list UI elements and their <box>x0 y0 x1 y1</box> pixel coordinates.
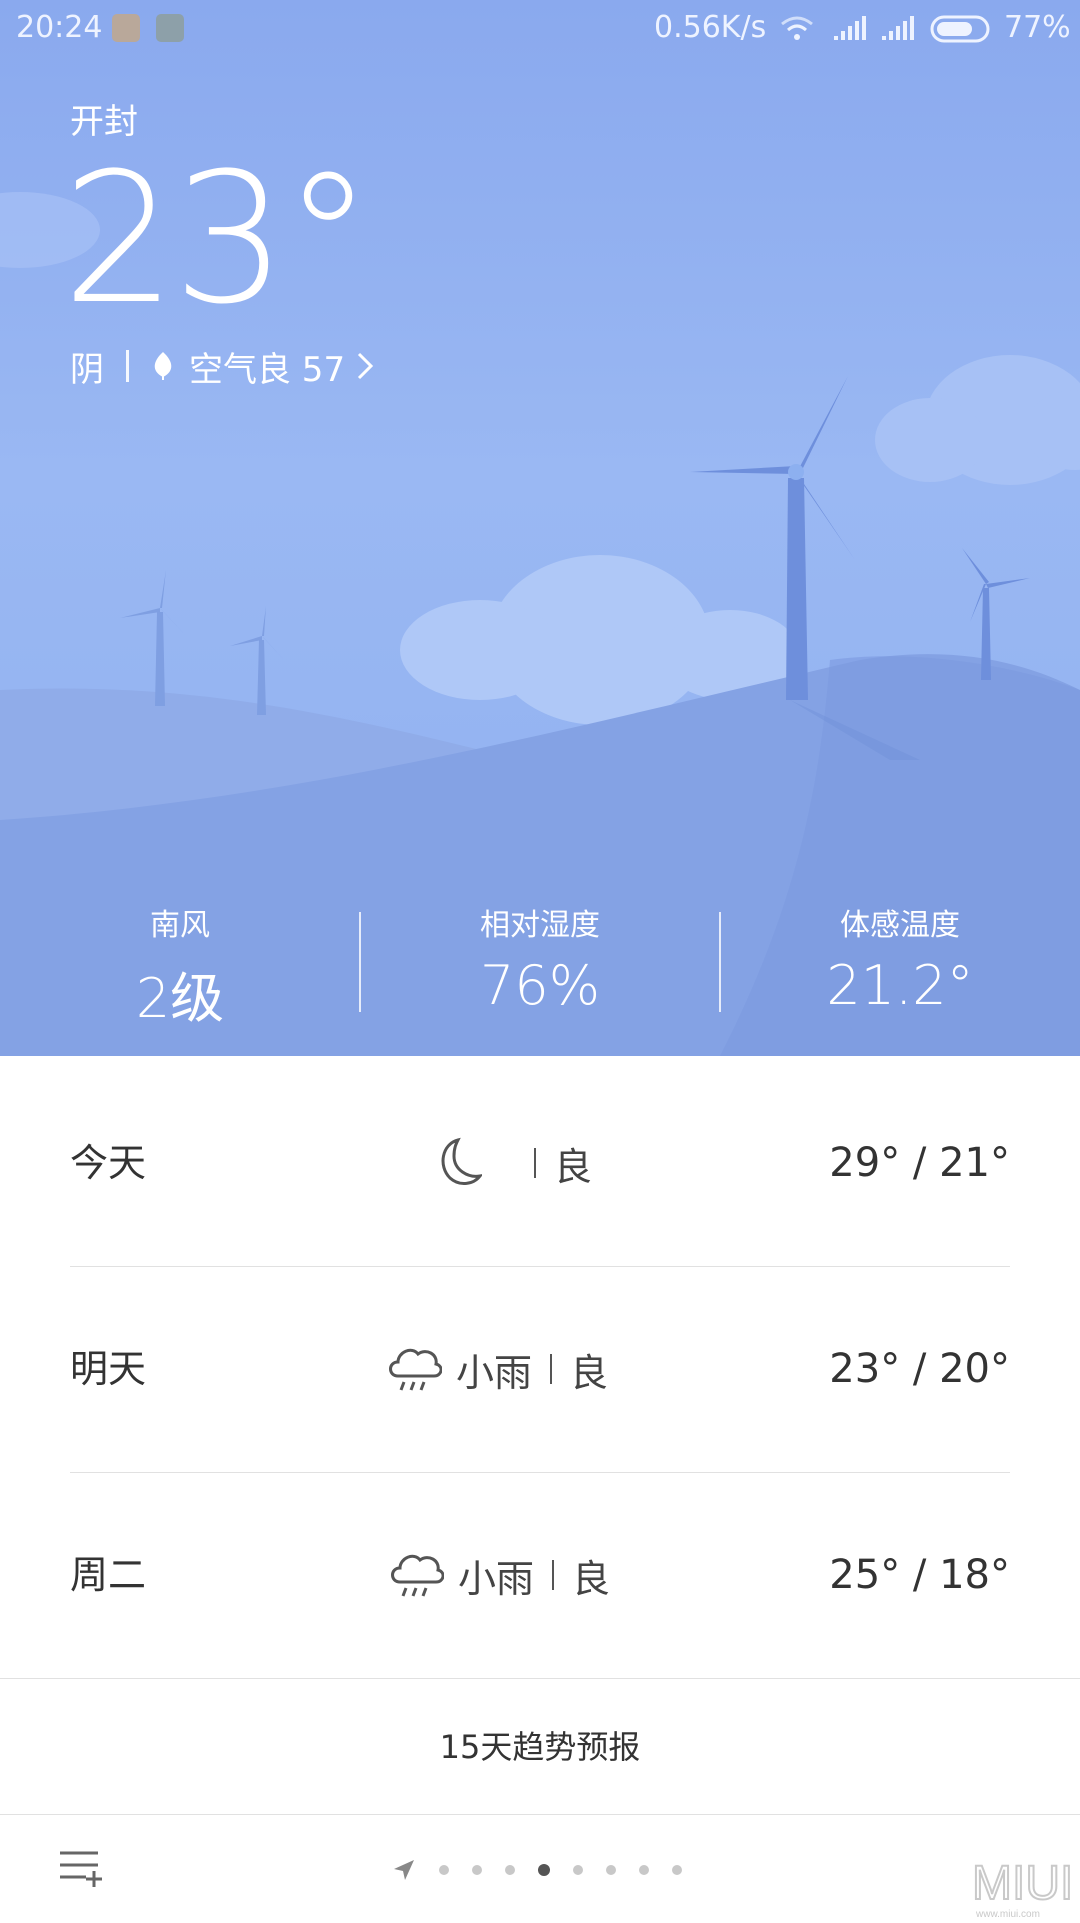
page-dot[interactable] <box>505 1865 515 1875</box>
divider <box>126 350 129 382</box>
wifi-icon <box>781 16 813 40</box>
forecast-condition: 小雨 良 <box>386 1266 608 1472</box>
page-indicator[interactable] <box>392 1855 682 1885</box>
condition-text: 阴 <box>70 349 104 390</box>
forecast-condition: 良 <box>428 1060 592 1266</box>
forecast-day: 明天 <box>70 1347 147 1391</box>
cloud-rain-icon <box>391 1554 444 1597</box>
cloud-right <box>875 355 1080 485</box>
cloud-rain-icon <box>389 1348 442 1391</box>
stat-label: 体感温度 <box>840 908 960 943</box>
chevron-right-icon <box>355 350 375 382</box>
forecast-day: 周二 <box>70 1553 147 1597</box>
forecast-temps: 25° / 18° <box>829 1552 1010 1598</box>
watermark-text: MIUI <box>972 1857 1073 1910</box>
condition-row[interactable]: 阴 空气良 57 <box>70 344 375 390</box>
page-dot[interactable] <box>672 1865 682 1875</box>
stat-humidity: 相对湿度 76% <box>360 900 720 1017</box>
stat-wind: 南风 2级 <box>0 900 360 1033</box>
page-dot[interactable] <box>538 1864 550 1876</box>
weather-hero: 20:24 0.56K/s 77% 开封 23° 阴 空气良 57 南风 2级 … <box>0 0 1080 1056</box>
forecast-aqi: 良 <box>554 1144 593 1189</box>
forecast-condition: 小雨 良 <box>388 1472 610 1678</box>
forecast-temps: 23° / 20° <box>829 1346 1010 1392</box>
battery-icon <box>930 15 990 43</box>
forecast-day: 今天 <box>70 1141 147 1185</box>
signal-icon <box>834 16 866 40</box>
air-quality-text: 空气良 57 <box>189 349 346 390</box>
divider <box>552 1560 555 1590</box>
section-divider <box>0 1678 1080 1679</box>
leaf-icon <box>151 351 175 381</box>
turbine-small-1 <box>120 570 186 706</box>
page-dot[interactable] <box>639 1865 649 1875</box>
stat-value: 2级 <box>135 967 225 1030</box>
page-dot[interactable] <box>472 1865 482 1875</box>
forecast-row-tomorrow[interactable]: 明天 小雨 良 23° / 20° <box>70 1266 1010 1472</box>
weather-stats: 南风 2级 相对湿度 76% 体感温度 21.2° <box>0 900 1080 1030</box>
stat-feels-like: 体感温度 21.2° <box>720 900 1080 1017</box>
city-list-add-icon[interactable] <box>58 1849 102 1889</box>
forecast-aqi: 良 <box>570 1350 609 1395</box>
forecast-row-tuesday[interactable]: 周二 小雨 良 25° / 18° <box>70 1472 1010 1678</box>
page-dot[interactable] <box>439 1865 449 1875</box>
forecast-condition-text: 小雨 <box>456 1350 533 1395</box>
location-arrow-icon <box>392 1858 416 1882</box>
watermark-sub: www.miui.com <box>975 1909 1040 1920</box>
stat-value: 21.2° <box>826 954 974 1017</box>
forecast-row-today[interactable]: 今天 良 29° / 21° <box>70 1060 1010 1266</box>
page-dot[interactable] <box>606 1865 616 1875</box>
stat-value: 76% <box>479 954 601 1017</box>
page-dot[interactable] <box>573 1865 583 1875</box>
status-bar: 20:24 0.56K/s 77% <box>0 0 1080 60</box>
trend-forecast-link[interactable]: 15天趋势预报 <box>0 1680 1080 1814</box>
bottom-bar: MIUI www.miui.com <box>0 1815 1080 1920</box>
status-time: 20:24 <box>16 10 103 45</box>
divider <box>534 1148 536 1178</box>
network-speed: 0.56K/s <box>654 10 767 45</box>
stat-label: 相对湿度 <box>480 908 600 943</box>
divider <box>550 1354 553 1384</box>
note-icon <box>156 14 184 42</box>
forecast-aqi: 良 <box>572 1556 611 1601</box>
miui-watermark: MIUI www.miui.com <box>971 1856 1074 1920</box>
turbine-small-2 <box>230 606 284 715</box>
forecast-temps: 29° / 21° <box>829 1140 1010 1186</box>
moon-icon <box>441 1137 482 1185</box>
stat-label: 南风 <box>150 908 210 943</box>
battery-percent: 77% <box>1004 10 1071 45</box>
current-temperature: 23° <box>62 135 373 344</box>
forecast-condition-text: 小雨 <box>458 1556 535 1601</box>
signal-icon <box>882 16 914 40</box>
shield-icon <box>112 14 140 42</box>
